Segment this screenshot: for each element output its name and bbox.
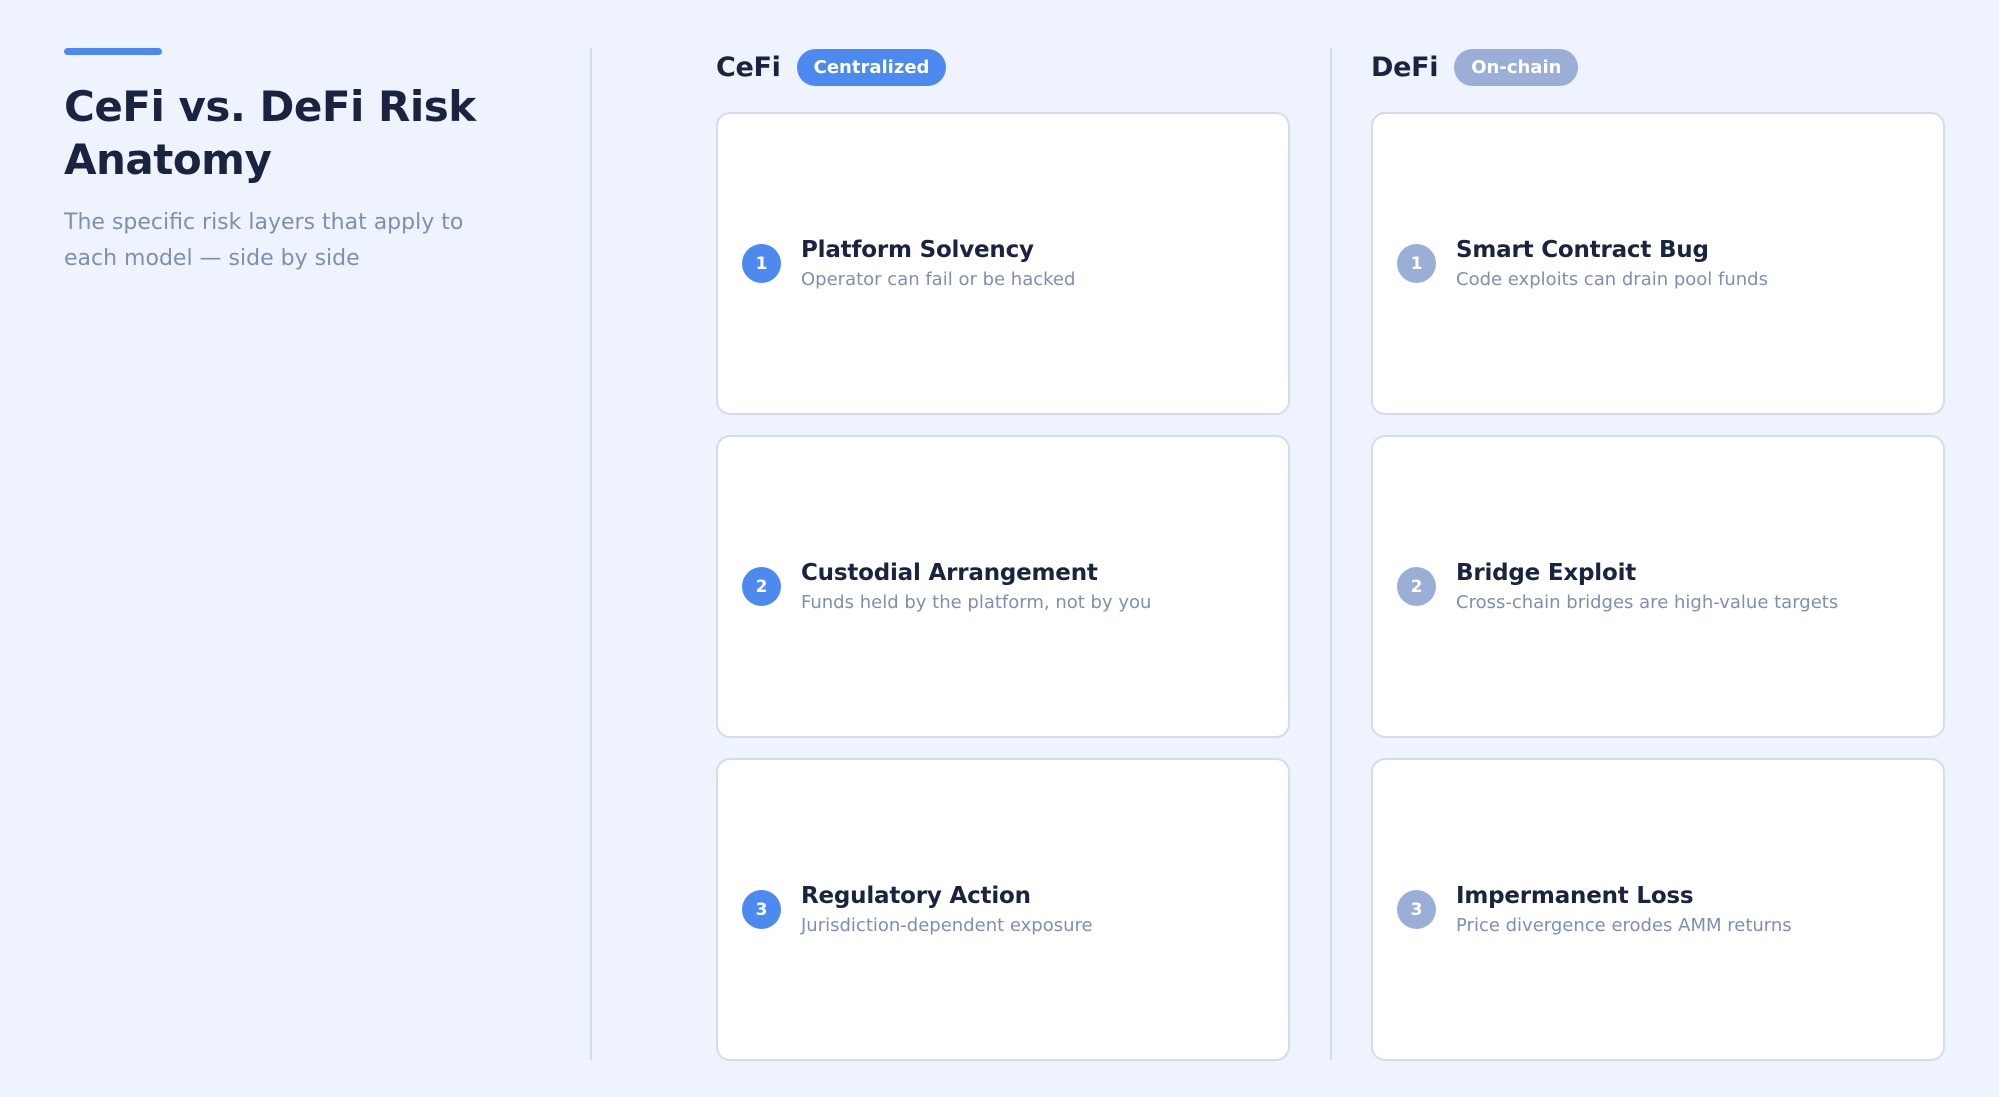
defi-risk-card: 3 Impermanent Loss Price divergence erod…: [1371, 758, 1945, 1061]
card-text: Impermanent Loss Price divergence erodes…: [1456, 881, 1792, 939]
card-description: Funds held by the platform, not by you: [801, 591, 1152, 613]
step-number-badge: 1: [1397, 244, 1436, 283]
card-text: Bridge Exploit Cross-chain bridges are h…: [1456, 558, 1838, 616]
card-description: Jurisdiction-dependent exposure: [801, 914, 1093, 936]
step-number-badge: 2: [742, 567, 781, 606]
defi-title: DeFi: [1371, 51, 1439, 83]
defi-badge: On-chain: [1454, 48, 1579, 86]
page-title: CeFi vs. DeFi Risk Anatomy: [64, 82, 476, 184]
left-divider: [590, 48, 592, 1060]
step-number-badge: 3: [742, 890, 781, 929]
card-text: Smart Contract Bug Code exploits can dra…: [1456, 235, 1768, 293]
card-title: Impermanent Loss: [1456, 882, 1694, 909]
card-text: Platform Solvency Operator can fail or b…: [801, 235, 1075, 293]
cefi-risk-card: 3 Regulatory Action Jurisdiction-depende…: [716, 758, 1290, 1061]
column-divider: [1330, 48, 1332, 1060]
step-number-badge: 2: [1397, 567, 1436, 606]
cefi-risk-card: 1 Platform Solvency Operator can fail or…: [716, 112, 1290, 415]
cefi-risk-card: 2 Custodial Arrangement Funds held by th…: [716, 435, 1290, 738]
card-description: Price divergence erodes AMM returns: [1456, 914, 1792, 936]
card-text: Regulatory Action Jurisdiction-dependent…: [801, 881, 1093, 939]
card-text: Custodial Arrangement Funds held by the …: [801, 558, 1151, 616]
defi-risk-card: 1 Smart Contract Bug Code exploits can d…: [1371, 112, 1945, 415]
card-description: Code exploits can drain pool funds: [1456, 268, 1768, 290]
cefi-title: CeFi: [716, 51, 781, 83]
page-subtitle: The specific risk layers that apply to e…: [64, 210, 464, 271]
defi-header: DeFi On-chain: [1371, 48, 1579, 86]
cefi-badge: Centralized: [796, 48, 947, 86]
card-title: Bridge Exploit: [1456, 559, 1637, 586]
card-title: Smart Contract Bug: [1456, 236, 1709, 263]
step-number-badge: 3: [1397, 890, 1436, 929]
card-title: Platform Solvency: [801, 236, 1034, 263]
cefi-header: CeFi Centralized: [716, 48, 947, 86]
card-description: Operator can fail or be hacked: [801, 268, 1076, 290]
step-number-badge: 1: [742, 244, 781, 283]
slide: CeFi vs. DeFi Risk Anatomy The specific …: [0, 0, 1999, 1097]
card-description: Cross-chain bridges are high-value targe…: [1456, 591, 1839, 613]
card-title: Custodial Arrangement: [801, 559, 1098, 586]
accent-bar: [64, 48, 162, 55]
card-title: Regulatory Action: [801, 882, 1031, 909]
defi-risk-card: 2 Bridge Exploit Cross-chain bridges are…: [1371, 435, 1945, 738]
